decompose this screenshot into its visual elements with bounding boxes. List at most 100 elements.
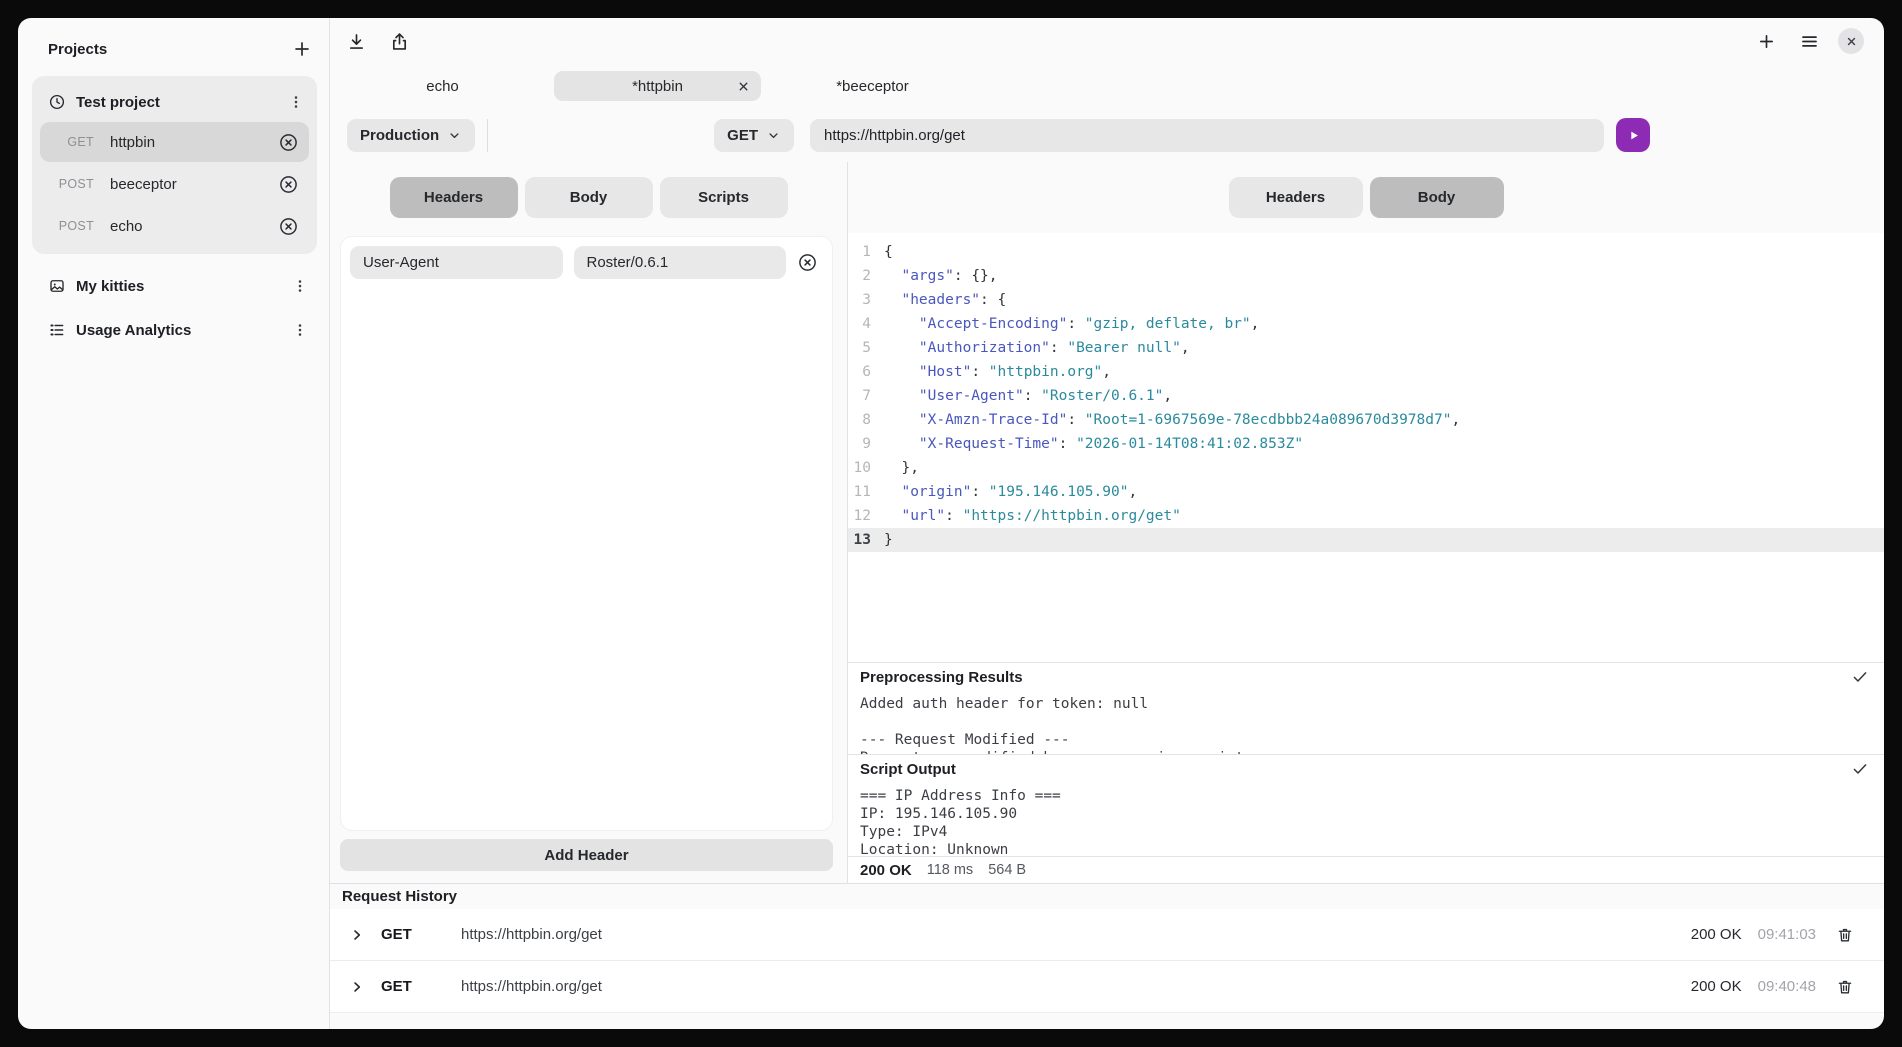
method-select[interactable]: GET [714, 119, 794, 152]
sidebar-section[interactable]: Usage Analytics [32, 310, 317, 350]
environment-select[interactable]: Production [347, 119, 475, 152]
remove-request-button[interactable] [278, 132, 299, 153]
delete-history-button[interactable] [1836, 926, 1854, 944]
request-tab[interactable]: *httpbin [550, 64, 765, 108]
panel-tab[interactable]: Headers [1229, 177, 1363, 218]
section-menu-button[interactable] [291, 321, 309, 339]
code-text: "X-Request-Time": "2026-01-14T08:41:02.8… [871, 432, 1303, 456]
code-token: , [1181, 340, 1190, 356]
circle-x-icon [278, 216, 299, 237]
line-number: 5 [848, 336, 871, 360]
panel-tab[interactable]: Headers [390, 177, 518, 218]
panel-tab[interactable]: Body [1370, 177, 1504, 218]
tab-pill: echo [339, 71, 546, 101]
history-method: GET [381, 926, 433, 943]
add-header-button[interactable]: Add Header [340, 839, 833, 871]
tab-label: *beeceptor [836, 78, 909, 95]
hamburger-icon [1799, 31, 1820, 52]
remove-request-button[interactable] [278, 216, 299, 237]
preprocessing-header[interactable]: Preprocessing Results [848, 663, 1884, 691]
sidebar-sections: My kitties Usage Analytics [32, 254, 317, 350]
code-token: , [1128, 484, 1137, 500]
export-button[interactable] [389, 31, 410, 52]
url-input[interactable] [810, 119, 1604, 152]
sidebar: Projects Test project GET httpbin POST b… [18, 18, 330, 1029]
history-time: 09:40:48 [1758, 978, 1816, 995]
script-output-header[interactable]: Script Output [848, 755, 1884, 783]
code-token: : [1067, 316, 1084, 332]
output-line: Location: Unknown [860, 841, 1872, 856]
sidebar-section[interactable]: My kitties [32, 266, 317, 306]
clock-icon [48, 93, 66, 111]
window-close-button[interactable] [1838, 28, 1864, 54]
project-menu-button[interactable] [287, 93, 305, 111]
app-window: Projects Test project GET httpbin POST b… [18, 18, 1884, 1029]
output-line: --- Request Modified --- [860, 731, 1872, 749]
tab-label: echo [426, 78, 459, 95]
header-key-input[interactable] [350, 246, 563, 279]
kebab-icon [287, 93, 305, 111]
history-row[interactable]: GET https://httpbin.org/get 200 OK 09:41… [330, 909, 1884, 961]
code-line: 1{ [848, 240, 1884, 264]
sidebar-request-item[interactable]: POST beeceptor [40, 164, 309, 204]
response-body-viewer[interactable]: 1{2 "args": {},3 "headers": {4 "Accept-E… [848, 233, 1884, 662]
code-token: "Accept-Encoding" [919, 316, 1067, 332]
code-token [884, 412, 919, 428]
request-name: beeceptor [110, 176, 278, 193]
code-token: "Root=1-6967569e-78ecdbbb24a089670d3978d… [1085, 412, 1452, 428]
divider [487, 119, 488, 152]
request-tab[interactable]: echo [335, 64, 550, 108]
project-group-header[interactable]: Test project [40, 84, 309, 120]
code-token: : [1059, 436, 1076, 452]
preprocessing-title: Preprocessing Results [860, 669, 1023, 686]
sidebar-request-item[interactable]: POST echo [40, 206, 309, 246]
code-token [884, 316, 919, 332]
code-token: "Bearer null" [1067, 340, 1181, 356]
check-icon [1851, 668, 1869, 686]
kebab-icon [291, 321, 309, 339]
output-line: Type: IPv4 [860, 823, 1872, 841]
panel-tab[interactable]: Scripts [660, 177, 788, 218]
line-number: 4 [848, 312, 871, 336]
response-panel-tabs: Headers Body [848, 177, 1884, 218]
sidebar-section-label: Usage Analytics [76, 322, 281, 339]
header-value-input[interactable] [574, 246, 787, 279]
code-token: "origin" [901, 484, 971, 500]
line-number: 9 [848, 432, 871, 456]
plus-icon [1756, 31, 1777, 52]
code-token: : { [980, 292, 1006, 308]
code-token [884, 268, 901, 284]
line-number: 12 [848, 504, 871, 528]
send-button[interactable] [1616, 118, 1650, 152]
circle-x-icon [797, 252, 818, 273]
request-name: echo [110, 218, 278, 235]
code-token: : {}, [954, 268, 998, 284]
add-project-button[interactable] [291, 38, 313, 60]
tab-close-button[interactable] [737, 80, 750, 93]
new-tab-button[interactable] [1756, 31, 1777, 52]
section-menu-button[interactable] [291, 277, 309, 295]
line-number: 7 [848, 384, 871, 408]
history-row[interactable]: GET https://httpbin.org/get 200 OK 09:40… [330, 961, 1884, 1013]
menu-button[interactable] [1799, 31, 1820, 52]
request-tab[interactable]: *beeceptor [765, 64, 980, 108]
panel-tab[interactable]: Body [525, 177, 653, 218]
code-token: : [1067, 412, 1084, 428]
code-text: "X-Amzn-Trace-Id": "Root=1-6967569e-78ec… [871, 408, 1460, 432]
code-text: } [871, 528, 893, 552]
delete-history-button[interactable] [1836, 978, 1854, 996]
panel-tab-label: Headers [1266, 189, 1325, 206]
response-size: 564 B [988, 862, 1026, 878]
code-text: "origin": "195.146.105.90", [871, 480, 1137, 504]
sidebar-request-item[interactable]: GET httpbin [40, 122, 309, 162]
close-icon [737, 80, 750, 93]
remove-request-button[interactable] [278, 174, 299, 195]
history-rows: GET https://httpbin.org/get 200 OK 09:41… [330, 909, 1884, 1013]
import-button[interactable] [346, 31, 367, 52]
request-panel: HeadersBodyScripts Add Header [330, 162, 848, 883]
code-token: "X-Amzn-Trace-Id" [919, 412, 1067, 428]
remove-header-button[interactable] [797, 252, 818, 273]
code-line: 2 "args": {}, [848, 264, 1884, 288]
history-url: https://httpbin.org/get [461, 926, 1691, 943]
request-method: POST [48, 219, 94, 233]
